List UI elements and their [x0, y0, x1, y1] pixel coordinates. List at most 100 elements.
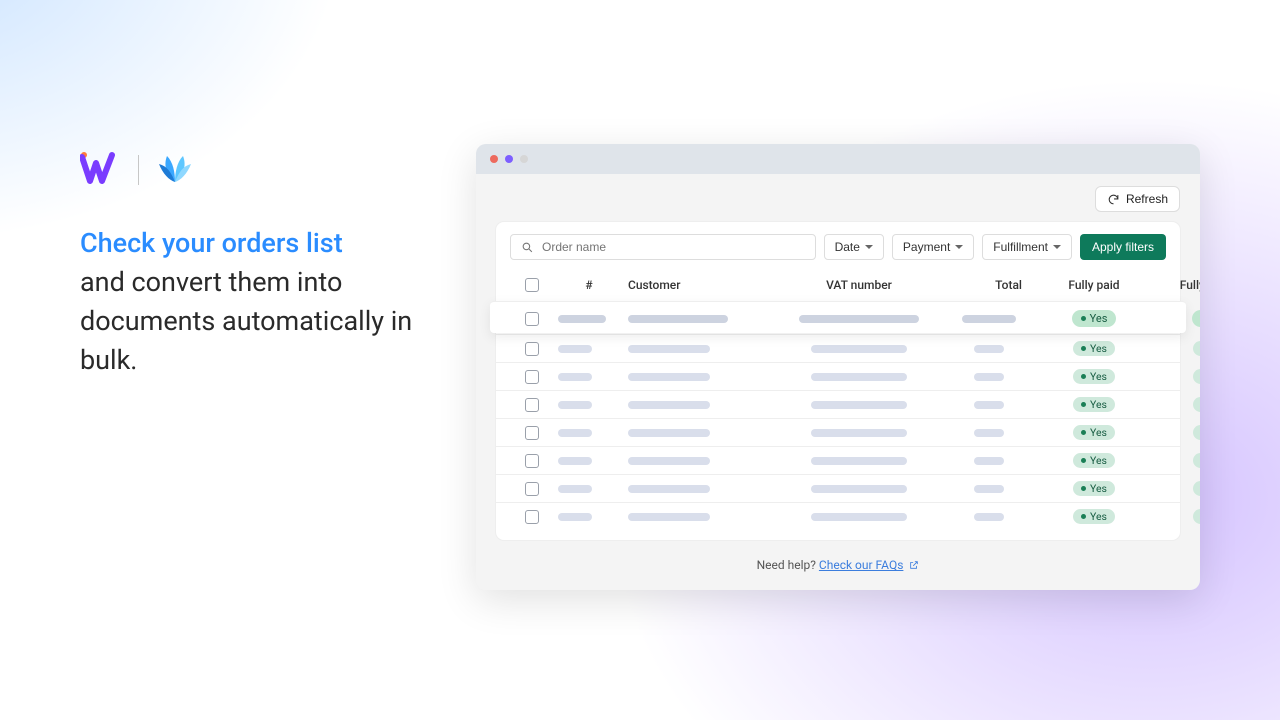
cell-total-placeholder [974, 457, 1004, 465]
filter-fulfillment[interactable]: Fulfillment [982, 234, 1072, 260]
cell-hash-placeholder [558, 401, 592, 409]
logo-leaf-icon [157, 152, 193, 188]
cell-hash-placeholder [558, 373, 592, 381]
row-checkbox[interactable] [525, 482, 539, 496]
cell-customer-placeholder [628, 429, 710, 437]
window-titlebar [476, 144, 1200, 174]
search-input[interactable] [542, 240, 805, 254]
fulfilled-badge: Yes [1193, 369, 1200, 384]
row-checkbox[interactable] [525, 398, 539, 412]
cell-customer-placeholder [628, 457, 710, 465]
help-link[interactable]: Check our FAQs [819, 558, 903, 572]
chevron-down-icon [955, 245, 963, 249]
row-checkbox[interactable] [525, 342, 539, 356]
paid-badge: Yes [1073, 369, 1115, 384]
filter-payment-label: Payment [903, 240, 950, 254]
row-checkbox[interactable] [525, 426, 539, 440]
filter-date-label: Date [835, 240, 860, 254]
row-checkbox[interactable] [525, 510, 539, 524]
col-vat: VAT number [774, 276, 944, 294]
cell-total-placeholder [974, 345, 1004, 353]
filter-date[interactable]: Date [824, 234, 884, 260]
cell-customer-placeholder [628, 513, 710, 521]
headline: Check your orders list and convert them … [80, 224, 420, 381]
cell-total-placeholder [974, 429, 1004, 437]
table-row[interactable]: YesYes [496, 446, 1180, 474]
refresh-button[interactable]: Refresh [1095, 186, 1180, 212]
help-prefix: Need help? [757, 558, 819, 572]
cell-hash-placeholder [558, 485, 592, 493]
col-paid: Fully paid [1034, 276, 1154, 294]
paid-badge: Yes [1073, 341, 1115, 356]
paid-badge: Yes [1072, 310, 1117, 327]
cell-total-placeholder [962, 315, 1016, 323]
window-dot-red [490, 155, 498, 163]
cell-customer-placeholder [628, 345, 710, 353]
row-checkbox[interactable] [525, 312, 539, 326]
orders-card: Date Payment Fulfillment Apply filters #… [496, 222, 1180, 540]
paid-badge: Yes [1073, 509, 1115, 524]
cell-vat-placeholder [811, 401, 907, 409]
fulfilled-badge: Yes [1193, 341, 1200, 356]
table-header: # Customer VAT number Total Fully paid F… [496, 270, 1180, 300]
col-hash: # [554, 276, 624, 294]
headline-line1: Check your orders list [80, 227, 343, 259]
cell-total-placeholder [974, 513, 1004, 521]
fulfilled-badge: Yes [1193, 397, 1200, 412]
cell-customer-placeholder [628, 485, 710, 493]
filters-row: Date Payment Fulfillment Apply filters [496, 222, 1180, 270]
cell-hash-placeholder [558, 315, 606, 323]
row-checkbox[interactable] [525, 454, 539, 468]
cell-vat-placeholder [811, 485, 907, 493]
paid-badge: Yes [1073, 397, 1115, 412]
fulfilled-badge: Yes [1193, 425, 1200, 440]
logo-w-icon [80, 151, 120, 189]
refresh-label: Refresh [1126, 192, 1168, 206]
col-total: Total [944, 276, 1034, 294]
filter-fulfillment-label: Fulfillment [993, 240, 1048, 254]
search-icon [521, 241, 534, 254]
row-checkbox[interactable] [525, 370, 539, 384]
fulfilled-badge: Yes [1193, 453, 1200, 468]
cell-hash-placeholder [558, 429, 592, 437]
fulfilled-badge: Yes [1193, 509, 1200, 524]
table-row[interactable]: YesYes [496, 418, 1180, 446]
chevron-down-icon [1053, 245, 1061, 249]
cell-vat-placeholder [811, 345, 907, 353]
cell-vat-placeholder [811, 513, 907, 521]
apply-filters-button[interactable]: Apply filters [1080, 234, 1166, 260]
table-row[interactable]: YesYes [490, 301, 1186, 333]
table-row[interactable]: YesYes [496, 474, 1180, 502]
paid-badge: Yes [1073, 425, 1115, 440]
apply-filters-label: Apply filters [1092, 240, 1154, 254]
paid-badge: Yes [1073, 453, 1115, 468]
search-wrapper[interactable] [510, 234, 816, 260]
col-customer: Customer [624, 276, 774, 294]
table-row[interactable]: YesYes [496, 390, 1180, 418]
refresh-icon [1107, 193, 1120, 206]
paid-badge: Yes [1073, 481, 1115, 496]
app-window: Refresh Date Payment Fulfillment Apply f… [476, 144, 1200, 590]
headline-rest: and convert them into documents automati… [80, 266, 412, 376]
cell-customer-placeholder [628, 401, 710, 409]
cell-customer-placeholder [628, 373, 710, 381]
select-all-checkbox[interactable] [525, 278, 539, 292]
table-row[interactable]: YesYes [496, 334, 1180, 362]
cell-vat-placeholder [811, 429, 907, 437]
orders-table: # Customer VAT number Total Fully paid F… [496, 270, 1180, 530]
logo-divider [138, 155, 139, 185]
logo-row [80, 148, 420, 192]
external-link-icon [909, 560, 919, 570]
col-fulfilled: Fully fulfilled [1154, 276, 1200, 294]
cell-total-placeholder [974, 373, 1004, 381]
filter-payment[interactable]: Payment [892, 234, 974, 260]
table-row[interactable]: YesYes [496, 362, 1180, 390]
window-dot-purple [505, 155, 513, 163]
table-row[interactable]: YesYes [496, 502, 1180, 530]
help-footer: Need help? Check our FAQs [476, 554, 1200, 580]
cell-hash-placeholder [558, 513, 592, 521]
fulfilled-badge: Yes [1193, 481, 1200, 496]
cell-vat-placeholder [799, 315, 919, 323]
cell-customer-placeholder [628, 315, 728, 323]
cell-total-placeholder [974, 401, 1004, 409]
